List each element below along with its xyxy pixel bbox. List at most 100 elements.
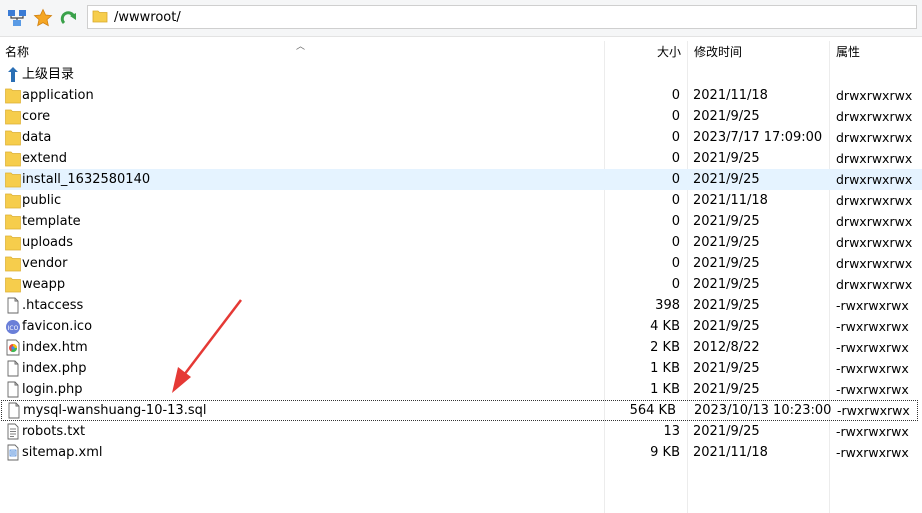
file-row[interactable]: login.php 1 KB 2021/9/25 -rwxrwxrwx (0, 379, 922, 400)
file-name: uploads (22, 235, 74, 250)
file-modified: 2012/8/22 (693, 340, 760, 355)
file-row[interactable]: ICO favicon.ico 4 KB 2021/9/25 -rwxrwxrwx (0, 316, 922, 337)
file-row[interactable]: .htaccess 398 2021/9/25 -rwxrwxrwx (0, 295, 922, 316)
bookmark-star-icon[interactable] (32, 7, 54, 29)
file-permissions: -rwxrwxrwx (837, 403, 910, 418)
file-size: 1 KB (650, 361, 680, 376)
file-name: data (22, 130, 52, 145)
file-size: 398 (655, 298, 680, 313)
path-field[interactable]: /wwwroot/ (87, 5, 917, 29)
file-size: 0 (671, 151, 680, 166)
folder-icon (5, 255, 21, 272)
file-permissions: drwxrwxrwx (836, 130, 913, 145)
xml-file-icon (5, 444, 21, 461)
file-modified: 2021/9/25 (693, 298, 760, 313)
column-size[interactable]: 大小 (657, 41, 681, 63)
file-row[interactable]: uploads 0 2021/9/25 drwxrwxrwx (0, 232, 922, 253)
file-permissions: -rwxrwxrwx (836, 361, 909, 376)
file-size: 0 (671, 109, 680, 124)
folder-icon (5, 129, 21, 146)
file-modified: 2021/11/18 (693, 445, 768, 460)
file-size: 0 (671, 235, 680, 250)
file-modified: 2021/9/25 (693, 277, 760, 292)
file-row[interactable]: sitemap.xml 9 KB 2021/11/18 -rwxrwxrwx (0, 442, 922, 463)
file-size: 0 (671, 214, 680, 229)
file-row[interactable]: data 0 2023/7/17 17:09:00 drwxrwxrwx (0, 127, 922, 148)
file-row[interactable]: install_1632580140 0 2021/9/25 drwxrwxrwx (0, 169, 922, 190)
file-row[interactable]: mysql-wanshuang-10-13.sql 564 KB 2023/10/1… (1, 400, 918, 421)
file-row[interactable]: extend 0 2021/9/25 drwxrwxrwx (0, 148, 922, 169)
file-name: vendor (22, 256, 68, 271)
file-name: public (22, 193, 62, 208)
file-permissions: -rwxrwxrwx (836, 382, 909, 397)
folder-icon (5, 108, 21, 125)
file-row[interactable]: robots.txt 13 2021/9/25 -rwxrwxrwx (0, 421, 922, 442)
file-modified: 2021/9/25 (693, 172, 760, 187)
file-modified: 2021/9/25 (693, 151, 760, 166)
column-header: 名称 ︿ 大小 修改时间 属性 (0, 41, 922, 63)
site-manager-icon[interactable] (6, 7, 28, 29)
file-size: 564 KB (629, 403, 676, 418)
file-icon (5, 360, 21, 377)
file-permissions: -rwxrwxrwx (836, 298, 909, 313)
file-icon (5, 297, 21, 314)
file-name: install_1632580140 (22, 172, 151, 187)
file-modified: 2021/9/25 (693, 382, 760, 397)
file-modified: 2021/9/25 (693, 424, 760, 439)
file-permissions: drwxrwxrwx (836, 193, 913, 208)
file-name: robots.txt (22, 424, 86, 439)
file-size: 0 (671, 256, 680, 271)
file-name: sitemap.xml (22, 445, 103, 460)
file-row[interactable]: core 0 2021/9/25 drwxrwxrwx (0, 106, 922, 127)
file-row[interactable]: index.htm 2 KB 2012/8/22 -rwxrwxrwx (0, 337, 922, 358)
file-permissions: drwxrwxrwx (836, 151, 913, 166)
file-row[interactable]: index.php 1 KB 2021/9/25 -rwxrwxrwx (0, 358, 922, 379)
file-row[interactable]: vendor 0 2021/9/25 drwxrwxrwx (0, 253, 922, 274)
file-name: .htaccess (22, 298, 84, 313)
parent-directory-row[interactable]: 上级目录 (0, 64, 922, 85)
file-permissions: drwxrwxrwx (836, 214, 913, 229)
file-permissions: -rwxrwxrwx (836, 340, 909, 355)
file-modified: 2021/11/18 (693, 193, 768, 208)
file-size: 13 (663, 424, 680, 439)
column-modified[interactable]: 修改时间 (694, 41, 742, 63)
file-row[interactable]: application 0 2021/11/18 drwxrwxrwx (0, 85, 922, 106)
file-name: application (22, 88, 94, 103)
file-size: 1 KB (650, 382, 680, 397)
toolbar: /wwwroot/ (0, 0, 922, 37)
file-row[interactable]: template 0 2021/9/25 drwxrwxrwx (0, 211, 922, 232)
file-size: 0 (671, 130, 680, 145)
file-name: index.htm (22, 340, 88, 355)
text-file-icon (5, 423, 21, 440)
file-modified: 2021/9/25 (693, 361, 760, 376)
folder-icon (5, 213, 21, 230)
file-permissions: drwxrwxrwx (836, 256, 913, 271)
file-modified: 2021/9/25 (693, 214, 760, 229)
folder-icon (5, 87, 21, 104)
file-size: 9 KB (650, 445, 680, 460)
column-permissions[interactable]: 属性 (836, 41, 860, 63)
file-row[interactable]: public 0 2021/11/18 drwxrwxrwx (0, 190, 922, 211)
file-modified: 2021/9/25 (693, 256, 760, 271)
column-name[interactable]: 名称 (5, 41, 29, 63)
file-permissions: drwxrwxrwx (836, 109, 913, 124)
path-text: /wwwroot/ (114, 9, 181, 25)
refresh-icon[interactable] (58, 7, 80, 29)
file-name: mysql-wanshuang-10-13.sql (23, 403, 207, 418)
file-name: template (22, 214, 81, 229)
file-modified: 2021/11/18 (693, 88, 768, 103)
folder-icon (5, 150, 21, 167)
file-name: core (22, 109, 51, 124)
file-modified: 2021/9/25 (693, 109, 760, 124)
folder-icon (5, 192, 21, 209)
file-modified: 2023/7/17 17:09:00 (693, 130, 823, 145)
file-permissions: -rwxrwxrwx (836, 319, 909, 334)
html-file-icon (5, 339, 21, 356)
file-name: weapp (22, 277, 66, 292)
folder-icon (5, 234, 21, 251)
file-size: 2 KB (650, 340, 680, 355)
folder-icon (92, 8, 108, 27)
file-row[interactable]: weapp 0 2021/9/25 drwxrwxrwx (0, 274, 922, 295)
file-icon (5, 381, 21, 398)
svg-text:ICO: ICO (8, 325, 19, 332)
